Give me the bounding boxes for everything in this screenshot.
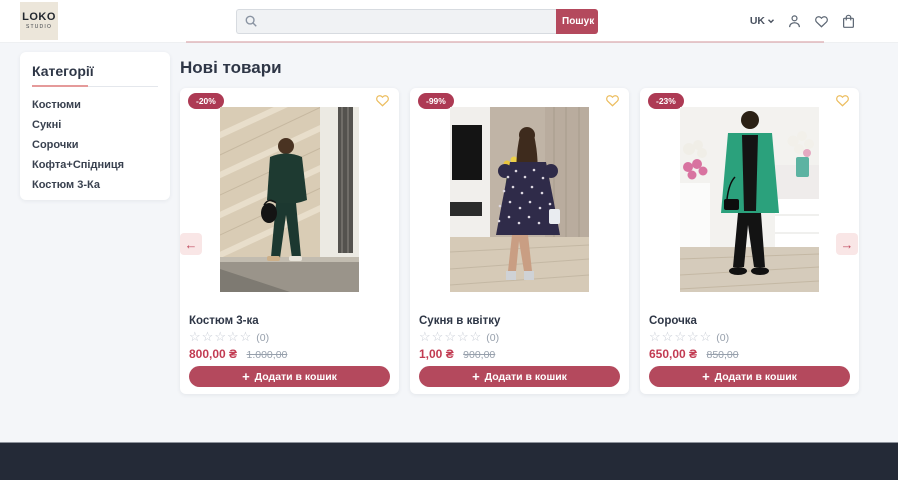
product-title[interactable]: Сорочка — [649, 315, 697, 327]
star-icon: ☆ — [214, 329, 227, 344]
product-card: -23% — [640, 88, 859, 394]
arrow-left-icon: ← — [185, 237, 198, 252]
add-to-cart-label: Додати в кошик — [485, 371, 567, 383]
product-card: -99% — [410, 88, 629, 394]
sidebar-item-sukni[interactable]: Сукні — [20, 115, 170, 135]
favorite-heart-icon[interactable] — [605, 93, 620, 108]
star-icon: ☆ — [240, 329, 253, 344]
old-price: 1.000,00 — [247, 349, 288, 361]
divider — [32, 86, 158, 87]
star-icon: ☆ — [687, 329, 700, 344]
language-label: UK — [750, 15, 765, 27]
star-icon: ☆ — [649, 329, 662, 344]
page-title: Нові товари — [180, 58, 282, 78]
price: 1,00 ₴ — [419, 347, 454, 361]
product-image[interactable] — [450, 107, 589, 292]
old-price: 850,00 — [707, 349, 739, 361]
chevron-down-icon — [767, 17, 775, 25]
categories-list: Костюми Сукні Сорочки Кофта+Спідниця Кос… — [20, 95, 170, 195]
add-to-cart-label: Додати в кошик — [255, 371, 337, 383]
star-icon: ☆ — [189, 329, 202, 344]
search-input[interactable] — [236, 9, 556, 34]
star-icon: ☆ — [444, 329, 457, 344]
rating-stars: ☆☆☆☆☆(0) — [419, 329, 499, 345]
logo-text: LOKO — [22, 12, 56, 23]
star-icon: ☆ — [457, 329, 470, 344]
price-row: 650,00 ₴ 850,00 — [649, 345, 739, 363]
rating-count: (0) — [486, 332, 499, 344]
star-icon: ☆ — [227, 329, 240, 344]
favorite-heart-icon[interactable] — [375, 93, 390, 108]
plus-icon: + — [702, 370, 710, 383]
product-carousel: -20% — [180, 88, 859, 394]
sidebar-item-sorochky[interactable]: Сорочки — [20, 135, 170, 155]
star-icon: ☆ — [419, 329, 432, 344]
header-accent-line — [186, 41, 824, 43]
product-title[interactable]: Сукня в квітку — [419, 315, 500, 327]
price-row: 1,00 ₴ 900,00 — [419, 345, 495, 363]
logo[interactable]: LOKO STUDIO — [20, 2, 58, 40]
star-icon: ☆ — [202, 329, 215, 344]
rating-stars: ☆☆☆☆☆(0) — [649, 329, 729, 345]
header-actions: UK — [750, 0, 856, 42]
favorite-heart-icon[interactable] — [835, 93, 850, 108]
star-icon: ☆ — [662, 329, 675, 344]
carousel-prev-button[interactable]: ← — [180, 233, 202, 255]
add-to-cart-button[interactable]: + Додати в кошик — [419, 366, 620, 387]
discount-badge: -20% — [188, 93, 224, 109]
product-card: -20% — [180, 88, 399, 394]
star-icon: ☆ — [674, 329, 687, 344]
star-icon: ☆ — [432, 329, 445, 344]
discount-badge: -99% — [418, 93, 454, 109]
sidebar-item-kostiumy[interactable]: Костюми — [20, 95, 170, 115]
rating-stars: ☆☆☆☆☆(0) — [189, 329, 269, 345]
page: LOKO STUDIO Пошук UK — [0, 0, 898, 480]
sidebar-item-kostium3[interactable]: Костюм 3-Ка — [20, 175, 170, 195]
price: 650,00 ₴ — [649, 347, 697, 361]
logo-subtext: STUDIO — [26, 24, 52, 30]
categories-title: Категорії — [32, 63, 158, 79]
categories-panel: Категорії Костюми Сукні Сорочки Кофта+Сп… — [20, 52, 170, 200]
product-image[interactable] — [220, 107, 359, 292]
wishlist-heart-icon[interactable] — [814, 14, 829, 29]
star-icon: ☆ — [470, 329, 483, 344]
plus-icon: + — [242, 370, 250, 383]
add-to-cart-button[interactable]: + Додати в кошик — [649, 366, 850, 387]
cart-bag-icon[interactable] — [841, 14, 856, 29]
old-price: 900,00 — [463, 349, 495, 361]
rating-count: (0) — [716, 332, 729, 344]
language-selector[interactable]: UK — [750, 15, 775, 27]
plus-icon: + — [472, 370, 480, 383]
arrow-right-icon: → — [841, 237, 854, 252]
add-to-cart-label: Додати в кошик — [715, 371, 797, 383]
header: LOKO STUDIO Пошук UK — [0, 0, 898, 43]
carousel-next-button[interactable]: → — [836, 233, 858, 255]
sidebar-item-kofta[interactable]: Кофта+Спідниця — [20, 155, 170, 175]
footer — [0, 442, 898, 480]
add-to-cart-button[interactable]: + Додати в кошик — [189, 366, 390, 387]
price: 800,00 ₴ — [189, 347, 237, 361]
price-row: 800,00 ₴ 1.000,00 — [189, 345, 287, 363]
product-title[interactable]: Костюм 3-ка — [189, 315, 259, 327]
product-image[interactable] — [680, 107, 819, 292]
star-icon: ☆ — [700, 329, 713, 344]
search-button[interactable]: Пошук — [556, 9, 598, 34]
account-icon[interactable] — [787, 14, 802, 29]
rating-count: (0) — [256, 332, 269, 344]
search-bar: Пошук — [236, 9, 598, 34]
discount-badge: -23% — [648, 93, 684, 109]
